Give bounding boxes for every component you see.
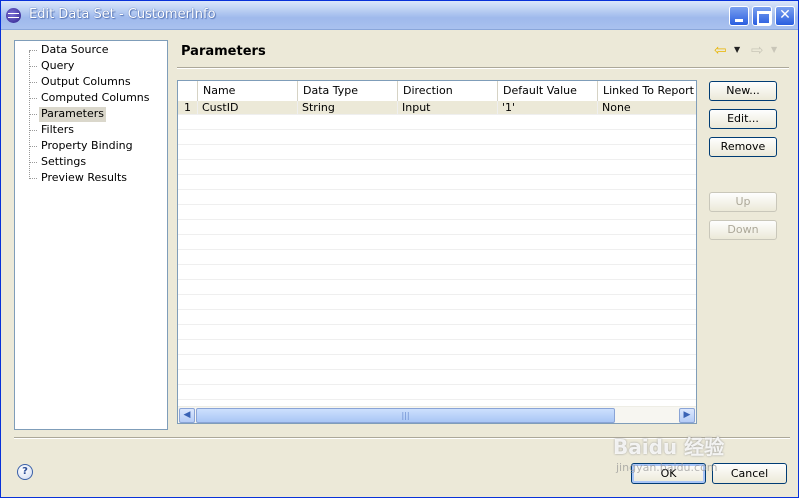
forward-arrow-icon: ⇨ xyxy=(751,41,764,59)
cell-data-type: String xyxy=(298,101,398,115)
table-row[interactable] xyxy=(178,236,696,250)
cell-name: CustID xyxy=(198,101,298,115)
table-row[interactable] xyxy=(178,116,696,130)
tree-item-output-columns[interactable]: Output Columns xyxy=(39,75,133,90)
title-separator xyxy=(177,67,789,69)
table-row[interactable] xyxy=(178,326,696,340)
edit-data-set-dialog: Edit Data Set - CustomerInfo ✕ Data Sour… xyxy=(0,0,799,498)
table-row[interactable] xyxy=(178,266,696,280)
title-bar[interactable]: Edit Data Set - CustomerInfo ✕ xyxy=(1,1,798,30)
baidu-watermark: Baidu 经验 xyxy=(613,435,725,459)
tree-branch xyxy=(29,130,37,131)
up-button[interactable]: Up xyxy=(709,192,777,212)
tree-connector-line xyxy=(29,51,30,179)
table-row[interactable] xyxy=(178,176,696,190)
table-row[interactable] xyxy=(178,356,696,370)
close-button[interactable]: ✕ xyxy=(775,6,795,26)
cell-linked-report-parameter: None xyxy=(602,101,631,114)
table-row[interactable] xyxy=(178,131,696,145)
back-dropdown-icon[interactable]: ▼ xyxy=(734,45,740,54)
maximize-button[interactable] xyxy=(752,6,772,26)
column-header-data-type[interactable]: Data Type xyxy=(298,81,398,101)
tree-branch xyxy=(29,98,37,99)
table-row[interactable] xyxy=(178,206,696,220)
table-row[interactable] xyxy=(178,161,696,175)
tree-branch xyxy=(29,162,37,163)
remove-button[interactable]: Remove xyxy=(709,137,777,157)
column-header-default-value[interactable]: Default Value xyxy=(498,81,598,101)
cell-default-value: '1' xyxy=(498,101,598,115)
baidu-watermark-url: jingyan.baidu.com xyxy=(616,461,718,474)
tree-item-computed-columns[interactable]: Computed Columns xyxy=(39,91,152,106)
tree-item-parameters[interactable]: Parameters xyxy=(39,107,106,122)
column-header-name[interactable]: Name xyxy=(198,81,298,101)
scrollbar-thumb[interactable]: ||| xyxy=(196,408,615,423)
table-row[interactable] xyxy=(178,221,696,235)
tree-branch xyxy=(29,178,37,179)
tree-branch xyxy=(29,146,37,147)
back-arrow-icon[interactable]: ⇦ xyxy=(714,43,730,58)
tree-item-property-binding[interactable]: Property Binding xyxy=(39,139,135,154)
parameters-table[interactable]: Name Data Type Direction Default Value L… xyxy=(177,80,697,424)
tree-item-data-source[interactable]: Data Source xyxy=(39,43,111,58)
table-header: Name Data Type Direction Default Value L… xyxy=(178,81,696,101)
tree-item-filters[interactable]: Filters xyxy=(39,123,76,138)
new-button[interactable]: New... xyxy=(709,81,777,101)
table-row[interactable] xyxy=(178,386,696,400)
table-row[interactable] xyxy=(178,341,696,355)
tree-branch xyxy=(29,50,37,51)
tree-branch xyxy=(29,114,37,115)
down-button[interactable]: Down xyxy=(709,220,777,240)
help-icon[interactable]: ? xyxy=(17,464,33,480)
tree-branch xyxy=(29,66,37,67)
row-index: 1 xyxy=(178,101,198,115)
table-row[interactable] xyxy=(178,296,696,310)
horizontal-scrollbar[interactable]: ◀ ||| ▶ xyxy=(178,406,696,423)
category-tree[interactable]: Data Source Query Output Columns Compute… xyxy=(14,40,168,430)
table-row[interactable]: 1 CustID String Input '1' None xyxy=(178,101,696,115)
page-title: Parameters xyxy=(181,44,266,59)
column-header-linked-to-report-parameter[interactable]: Linked To Report Pa xyxy=(598,81,696,101)
tree-item-settings[interactable]: Settings xyxy=(39,155,88,170)
cell-direction: Input xyxy=(398,101,498,115)
table-row[interactable] xyxy=(178,281,696,295)
scroll-right-icon[interactable]: ▶ xyxy=(679,408,695,423)
column-header-index[interactable] xyxy=(178,81,198,101)
tree-item-query[interactable]: Query xyxy=(39,59,76,74)
window-title: Edit Data Set - CustomerInfo xyxy=(29,7,216,22)
column-header-direction[interactable]: Direction xyxy=(398,81,498,101)
table-row[interactable] xyxy=(178,371,696,385)
scroll-left-icon[interactable]: ◀ xyxy=(179,408,195,423)
minimize-button[interactable] xyxy=(729,6,749,26)
table-row[interactable] xyxy=(178,191,696,205)
tree-item-preview-results[interactable]: Preview Results xyxy=(39,171,129,186)
cancel-button[interactable]: Cancel xyxy=(712,463,787,484)
tree-branch xyxy=(29,82,37,83)
table-row[interactable] xyxy=(178,251,696,265)
edit-button[interactable]: Edit... xyxy=(709,109,777,129)
forward-dropdown-icon: ▼ xyxy=(771,45,778,54)
eclipse-app-icon xyxy=(6,8,21,23)
table-row[interactable] xyxy=(178,311,696,325)
table-row[interactable] xyxy=(178,146,696,160)
